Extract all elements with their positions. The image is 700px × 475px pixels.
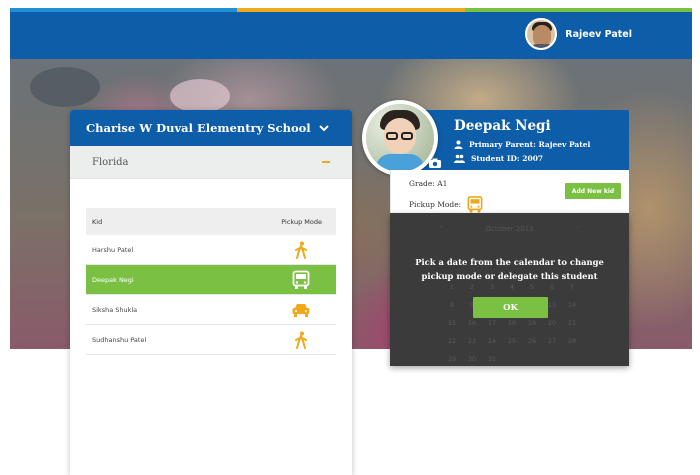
calendar-day[interactable]: 28 — [562, 337, 582, 345]
calendar-day[interactable]: 14 — [562, 301, 582, 309]
camera-icon[interactable] — [428, 158, 442, 168]
primary-parent: Primary Parent: Rajeev Patel — [454, 140, 590, 149]
calendar-day[interactable]: 17 — [482, 319, 502, 327]
calendar-day[interactable]: 26 — [522, 337, 542, 345]
calendar-day[interactable]: 5 — [522, 283, 542, 291]
minus-icon[interactable] — [322, 161, 330, 163]
calendar-day[interactable]: 22 — [442, 337, 462, 345]
table-row-selected[interactable]: Deepak Negi — [86, 265, 336, 295]
calendar-day[interactable]: 29 — [442, 355, 462, 363]
calendar-day[interactable]: 16 — [462, 319, 482, 327]
calendar-grid: 1234567891011121314151617181920212223242… — [442, 283, 582, 363]
calendar-day[interactable]: 18 — [502, 319, 522, 327]
student-id: Student ID: 2007 — [454, 154, 543, 163]
grade: Grade: A1 — [409, 179, 448, 188]
calendar-day[interactable]: 19 — [522, 319, 542, 327]
kid-name: Deepak Negi — [92, 275, 134, 284]
kid-name: Harshu Patel — [92, 245, 134, 254]
kid-table: Kid Pickup Mode Harshu Patel Deepak Negi — [86, 208, 336, 355]
state-accordion[interactable]: Florida — [70, 146, 352, 179]
avatar[interactable] — [525, 18, 558, 50]
calendar-day[interactable]: 23 — [462, 337, 482, 345]
kid-name: Siksha Shukla — [92, 305, 138, 314]
student-details: Grade: A1 Pickup Mode: Add New kid — [390, 170, 629, 213]
calendar-day[interactable]: 27 — [542, 337, 562, 345]
user-name[interactable]: Rajeev Patel — [565, 29, 632, 40]
users-icon — [454, 154, 465, 163]
school-dropdown[interactable]: Charise W Duval Elementry School — [70, 110, 352, 146]
calendar-day[interactable]: 3 — [482, 283, 502, 291]
school-name: Charise W Duval Elementry School — [86, 121, 311, 135]
calendar-day[interactable]: 20 — [542, 319, 562, 327]
calendar-day[interactable]: 21 — [562, 319, 582, 327]
bus-icon[interactable] — [467, 195, 483, 214]
column-kid: Kid — [92, 217, 103, 226]
bus-icon — [292, 270, 310, 289]
table-header: Kid Pickup Mode — [86, 208, 336, 235]
add-new-kid-button[interactable]: Add New kid — [565, 183, 621, 199]
chevron-down-icon[interactable] — [318, 122, 330, 134]
car-icon — [292, 303, 310, 317]
walk-icon — [295, 331, 307, 349]
kid-name: Sudhanshu Patel — [92, 335, 147, 344]
table-row[interactable]: Siksha Shukla — [86, 295, 336, 325]
calendar-day[interactable]: 7 — [562, 283, 582, 291]
walk-icon — [295, 241, 307, 259]
student-name: Deepak Negi — [454, 118, 551, 134]
calendar-day[interactable]: 1 — [442, 283, 462, 291]
calendar-day[interactable]: 24 — [482, 337, 502, 345]
ok-button[interactable]: OK — [473, 297, 548, 318]
student-avatar[interactable] — [362, 100, 438, 176]
table-row[interactable]: Harshu Patel — [86, 235, 336, 265]
calendar-month: October 2013 — [485, 225, 534, 233]
column-pickup-mode: Pickup Mode — [281, 217, 322, 226]
calendar-day[interactable]: 4 — [502, 283, 522, 291]
calendar-instruction: Pick a date from the calendar to change … — [415, 257, 604, 281]
calendar-day[interactable]: 25 — [502, 337, 522, 345]
calendar-day[interactable]: 15 — [442, 319, 462, 327]
app-header: Rajeev Patel — [10, 12, 692, 59]
calendar-day[interactable]: 2 — [462, 283, 482, 291]
state-name: Florida — [92, 156, 129, 168]
school-panel: Charise W Duval Elementry School Florida… — [70, 110, 352, 475]
pickup-mode: Pickup Mode: — [409, 195, 483, 214]
calendar-day[interactable]: 8 — [442, 301, 462, 309]
calendar-day[interactable]: 6 — [542, 283, 562, 291]
calendar-overlay: ‹ › October 2013 12345678910111213141516… — [390, 213, 629, 366]
calendar-day[interactable]: 31 — [482, 355, 502, 363]
table-row[interactable]: Sudhanshu Patel — [86, 325, 336, 355]
user-menu[interactable]: Rajeev Patel — [525, 18, 632, 50]
user-icon — [454, 140, 463, 149]
calendar-day[interactable]: 30 — [462, 355, 482, 363]
